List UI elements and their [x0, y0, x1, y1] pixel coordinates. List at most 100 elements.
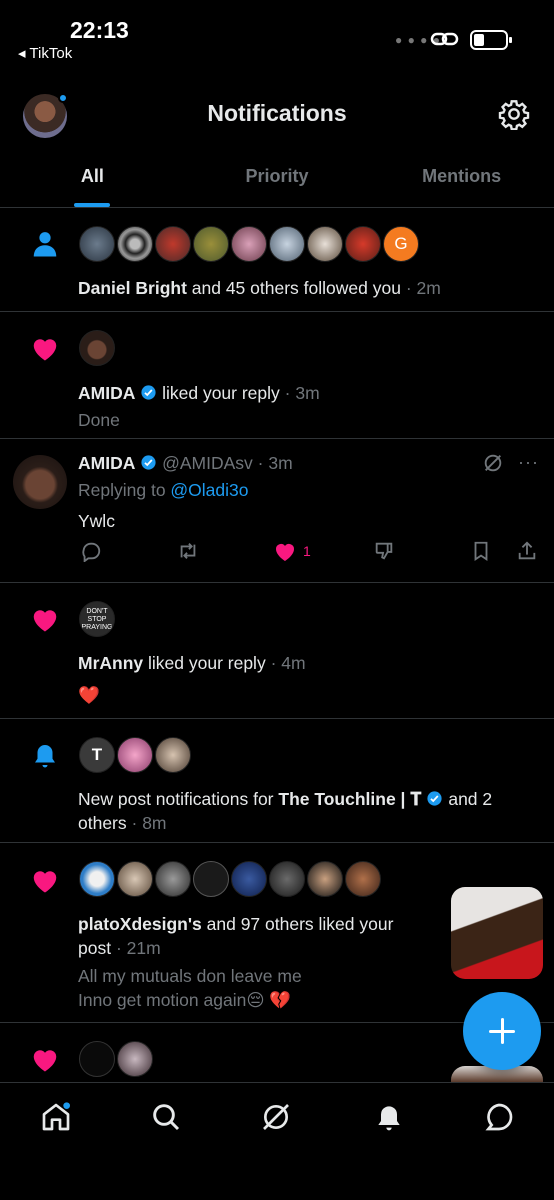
liker-avatars — [79, 1041, 155, 1077]
verified-badge-icon — [141, 455, 156, 470]
avatar[interactable] — [117, 1041, 153, 1077]
avatar[interactable] — [231, 226, 267, 262]
avatar[interactable]: G — [383, 226, 419, 262]
replying-to-handle[interactable]: @Oladi3o — [170, 480, 248, 500]
timestamp: · 2m — [405, 278, 441, 298]
avatar[interactable] — [307, 861, 343, 897]
avatar[interactable] — [269, 226, 305, 262]
notification-text: others — [78, 813, 127, 833]
timestamp: · 21m — [111, 938, 161, 958]
avatar[interactable] — [231, 861, 267, 897]
tab-label: All — [80, 166, 104, 186]
post-notification-text[interactable]: New post notifications for The Touchline… — [78, 787, 518, 835]
like-filled-icon[interactable] — [273, 540, 297, 562]
bell-icon — [35, 745, 55, 768]
user-name[interactable]: AMIDA — [78, 453, 135, 473]
tab-label: Mentions — [422, 166, 502, 186]
avatar[interactable] — [155, 226, 191, 262]
avatar[interactable] — [193, 861, 229, 897]
replying-prefix: Replying to — [78, 480, 171, 500]
grok-icon[interactable] — [482, 452, 504, 474]
notification-text: New post notifications for — [78, 789, 279, 809]
notifications-bell-icon[interactable] — [373, 1101, 405, 1133]
downvote-icon[interactable] — [372, 540, 396, 562]
like-notification-text[interactable]: MrAnny liked your reply · 4m — [78, 651, 306, 675]
avatar[interactable] — [79, 226, 115, 262]
avatar[interactable] — [79, 861, 115, 897]
reply-header: AMIDA @AMIDAsv · 3m — [78, 451, 293, 475]
picture-in-picture-video[interactable] — [451, 887, 543, 979]
battery-icon — [470, 30, 512, 50]
share-icon[interactable] — [516, 540, 538, 562]
liked-post-snippet: Done — [78, 410, 120, 430]
notification-text: and 97 others liked your — [201, 914, 394, 934]
avatar[interactable] — [117, 737, 153, 773]
page-title: Notifications — [207, 100, 347, 126]
divider — [0, 718, 554, 719]
avatar[interactable] — [117, 226, 153, 262]
tab-label: Priority — [245, 166, 309, 186]
verified-badge-icon — [141, 385, 156, 400]
avatar[interactable] — [193, 226, 229, 262]
compose-button[interactable] — [463, 992, 541, 1070]
reply-icon[interactable] — [80, 540, 102, 562]
user-name: AMIDA — [78, 383, 136, 403]
verified-badge-icon — [427, 791, 443, 806]
timestamp: · 3m — [284, 383, 320, 403]
account-avatars: T — [79, 737, 193, 773]
reply-body: Ywlc — [78, 511, 115, 531]
follow-notification-text[interactable]: Daniel Bright and 45 others followed you… — [78, 276, 441, 300]
notification-text: and 2 — [443, 789, 493, 809]
liker-avatars — [79, 330, 117, 366]
liker-avatars — [79, 861, 383, 897]
avatar[interactable] — [79, 330, 115, 366]
liker-avatars: DON'T STOP PRAYING — [79, 601, 117, 637]
settings-gear-icon[interactable] — [498, 98, 530, 130]
avatar[interactable] — [307, 226, 343, 262]
divider — [0, 438, 554, 439]
grok-icon[interactable] — [260, 1101, 292, 1133]
reply-actions: 1 — [78, 540, 540, 566]
avatar[interactable] — [79, 1041, 115, 1077]
notification-text: liked your reply — [157, 383, 280, 403]
avatar[interactable] — [155, 737, 191, 773]
heart-icon — [33, 339, 57, 361]
more-options-icon[interactable]: ··· — [518, 452, 539, 473]
notification-text: post — [78, 938, 112, 958]
like-count: 1 — [303, 543, 311, 559]
heart-icon — [33, 871, 57, 893]
account-name: The Touchline | 𝐓 — [278, 789, 422, 809]
timestamp: · 4m — [270, 653, 306, 673]
person-icon — [33, 232, 57, 257]
divider — [0, 311, 554, 312]
reply-author-avatar[interactable] — [13, 455, 67, 509]
avatar[interactable] — [345, 226, 381, 262]
tab-mentions[interactable]: Mentions — [369, 150, 554, 207]
avatar[interactable] — [269, 861, 305, 897]
link-icon — [430, 32, 459, 46]
tab-priority[interactable]: Priority — [185, 150, 370, 207]
timestamp: · 8m — [126, 813, 167, 833]
bottom-navigation — [0, 1082, 554, 1200]
back-to-app-link[interactable]: ◂ TikTok — [18, 44, 72, 62]
repost-icon[interactable] — [176, 540, 200, 562]
notification-tabs: All Priority Mentions — [0, 150, 554, 208]
like-notification-text[interactable]: platoXdesign's and 97 others liked your … — [78, 912, 438, 960]
active-tab-indicator — [74, 203, 111, 207]
tab-all[interactable]: All — [0, 150, 185, 207]
bookmark-icon[interactable] — [470, 540, 492, 562]
liked-post-snippet: ❤️ — [78, 685, 100, 705]
avatar[interactable] — [345, 861, 381, 897]
user-name: platoXdesign's — [78, 914, 202, 934]
avatar[interactable] — [155, 861, 191, 897]
avatar[interactable] — [117, 861, 153, 897]
home-icon[interactable] — [40, 1101, 72, 1133]
avatar[interactable]: T — [79, 737, 115, 773]
user-handle: @AMIDAsv · 3m — [162, 453, 293, 473]
liked-post-snippet: Inno get motion again😔 💔 — [78, 990, 292, 1010]
notification-text: liked your reply — [143, 653, 266, 673]
messages-icon[interactable] — [483, 1101, 515, 1133]
avatar[interactable]: DON'T STOP PRAYING — [79, 601, 115, 637]
search-icon[interactable] — [150, 1101, 182, 1133]
like-notification-text[interactable]: AMIDA liked your reply · 3m — [78, 381, 320, 405]
